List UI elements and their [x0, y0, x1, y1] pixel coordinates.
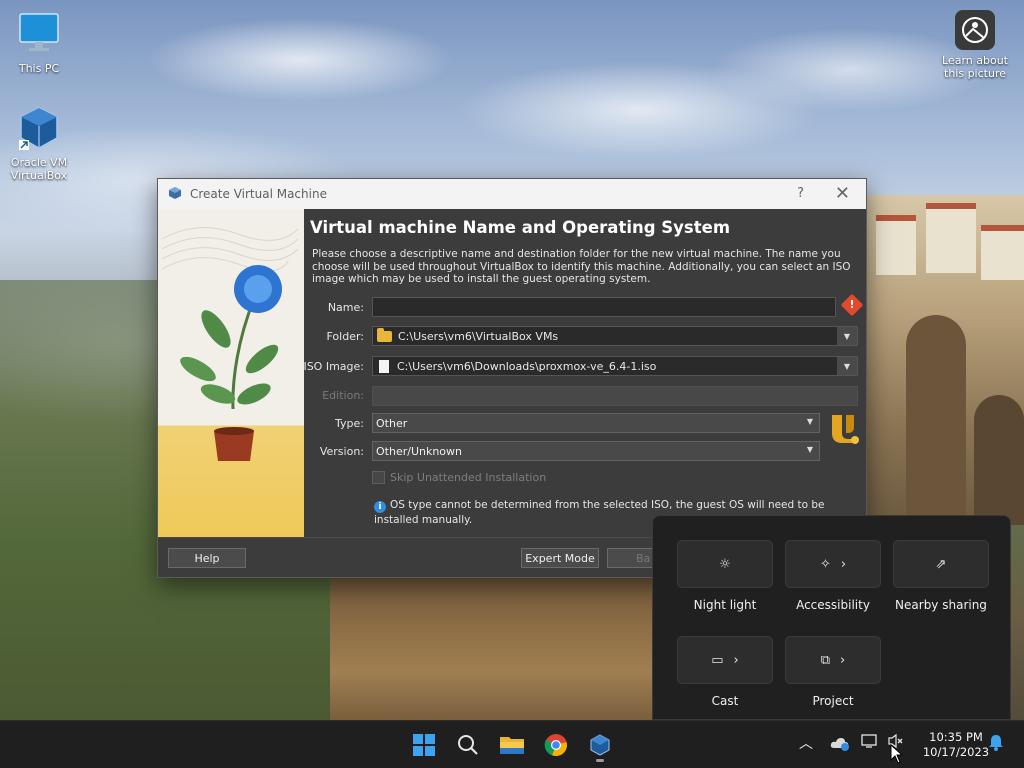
wizard-content: Virtual machine Name and Operating Syste… [303, 209, 866, 537]
desktop-icon-learn-picture[interactable]: Learn about this picture [935, 10, 1015, 80]
clock-time: 10:35 PM [929, 730, 983, 744]
virtualbox-icon [168, 186, 182, 203]
file-explorer-icon[interactable] [496, 729, 528, 761]
chevron-down-icon[interactable]: ▼ [837, 357, 857, 375]
bridge-arch [974, 395, 1024, 525]
night-light-icon: ☼ [719, 556, 731, 572]
dialog-titlebar[interactable]: Create Virtual Machine ? ✕ [158, 179, 866, 209]
os-type-icon [828, 413, 860, 445]
nearby-sharing-toggle[interactable]: ⇗ [893, 540, 989, 588]
skip-unattended-checkbox [372, 471, 385, 484]
night-light-toggle[interactable]: ☼ [677, 540, 773, 588]
version-value: Other/Unknown [376, 444, 463, 458]
name-label: Name: [327, 301, 364, 314]
chevron-up-icon[interactable]: ︿ [799, 733, 813, 753]
clock[interactable]: 10:35 PM 10/17/2023 [915, 730, 997, 760]
dialog-title: Create Virtual Machine [190, 187, 327, 201]
file-icon [379, 359, 389, 373]
tile-label: Accessibility [796, 598, 870, 612]
wizard-heading: Virtual machine Name and Operating Syste… [310, 218, 731, 237]
accessibility-toggle[interactable]: ✧ › [785, 540, 881, 588]
project-icon: ⧉ [820, 652, 831, 668]
clock-date: 10/17/2023 [922, 745, 990, 759]
wizard-illustration [158, 209, 304, 537]
tile-label: Night light [693, 598, 757, 612]
edition-label: Edition: [322, 389, 364, 402]
type-select[interactable]: Other ▼ [372, 413, 820, 433]
desktop-icon-virtualbox[interactable]: Oracle VM VirtualBox [0, 104, 79, 182]
desktop-icon-label: Learn about this picture [942, 54, 1008, 80]
running-indicator [596, 759, 604, 762]
iso-combobox[interactable]: C:\Users\vm6\Downloads\proxmox-ve_6.4-1.… [372, 356, 858, 376]
virtualbox-icon[interactable] [584, 729, 616, 762]
taskbar: ︿ 10:35 PM 10/17/2023 [0, 720, 1024, 768]
search-icon[interactable] [452, 729, 484, 761]
version-label: Version: [319, 445, 364, 458]
bridge-arch [906, 315, 966, 525]
wizard-description: Please choose a descriptive name and des… [312, 248, 851, 285]
accessibility-icon: ✧ [819, 556, 831, 572]
start-icon[interactable] [408, 729, 440, 761]
monitor-icon [15, 10, 63, 58]
tile-label: Project [812, 694, 854, 708]
iso-value: C:\Users\vm6\Downloads\proxmox-ve_6.4-1.… [397, 359, 657, 373]
version-select[interactable]: Other/Unknown ▼ [372, 441, 820, 461]
close-button[interactable]: ✕ [835, 183, 850, 204]
town-house [981, 225, 1024, 280]
onedrive-icon[interactable] [830, 735, 850, 755]
camera-icon [955, 10, 995, 50]
chrome-icon[interactable] [540, 729, 572, 761]
iso-label: ISO Image: [303, 360, 364, 373]
name-input[interactable] [372, 297, 836, 317]
desktop-icon-this-pc[interactable]: This PC [0, 10, 79, 75]
folder-label: Folder: [326, 330, 364, 343]
type-value: Other [376, 416, 408, 430]
virtualbox-icon [15, 104, 63, 152]
cast-toggle[interactable]: ▭ › [677, 636, 773, 684]
project-toggle[interactable]: ⧉ › [785, 636, 881, 684]
chevron-down-icon: ▼ [806, 445, 813, 454]
skip-unattended-label: Skip Unattended Installation [390, 471, 547, 484]
desktop-icon-label: Oracle VM VirtualBox [10, 156, 68, 182]
folder-value: C:\Users\vm6\VirtualBox VMs [398, 329, 559, 343]
info-icon: i [374, 501, 386, 513]
desktop-icon-label: This PC [18, 62, 60, 75]
chevron-right-icon: › [840, 652, 846, 668]
back-button[interactable]: Ba [607, 548, 657, 568]
tile-label: Nearby sharing [895, 598, 987, 612]
chevron-down-icon[interactable]: ▼ [837, 327, 857, 345]
warning-icon: ! [840, 293, 864, 317]
edition-combobox [372, 386, 858, 406]
chevron-right-icon: › [840, 556, 847, 572]
wallpaper-town [866, 195, 1024, 525]
quick-settings-panel: ☼ Night light ✧ › Accessibility ⇗ Nearby … [652, 515, 1011, 720]
cast-icon: ▭ [711, 652, 724, 668]
nearby-sharing-icon: ⇗ [935, 556, 947, 572]
network-icon[interactable] [861, 733, 879, 753]
mouse-cursor [890, 743, 904, 768]
type-label: Type: [335, 417, 364, 430]
chevron-down-icon: ▼ [806, 417, 813, 426]
help-button[interactable]: ? [797, 186, 804, 201]
folder-combobox[interactable]: C:\Users\vm6\VirtualBox VMs ▼ [372, 326, 858, 346]
chevron-right-icon: › [733, 652, 739, 668]
tile-label: Cast [711, 694, 739, 708]
notification-bell-icon[interactable] [988, 733, 1004, 755]
folder-icon [377, 327, 392, 342]
expert-mode-button[interactable]: Expert Mode [521, 548, 599, 568]
help-dialog-button[interactable]: Help [168, 548, 246, 568]
town-house [926, 203, 976, 273]
town-house [876, 215, 916, 275]
